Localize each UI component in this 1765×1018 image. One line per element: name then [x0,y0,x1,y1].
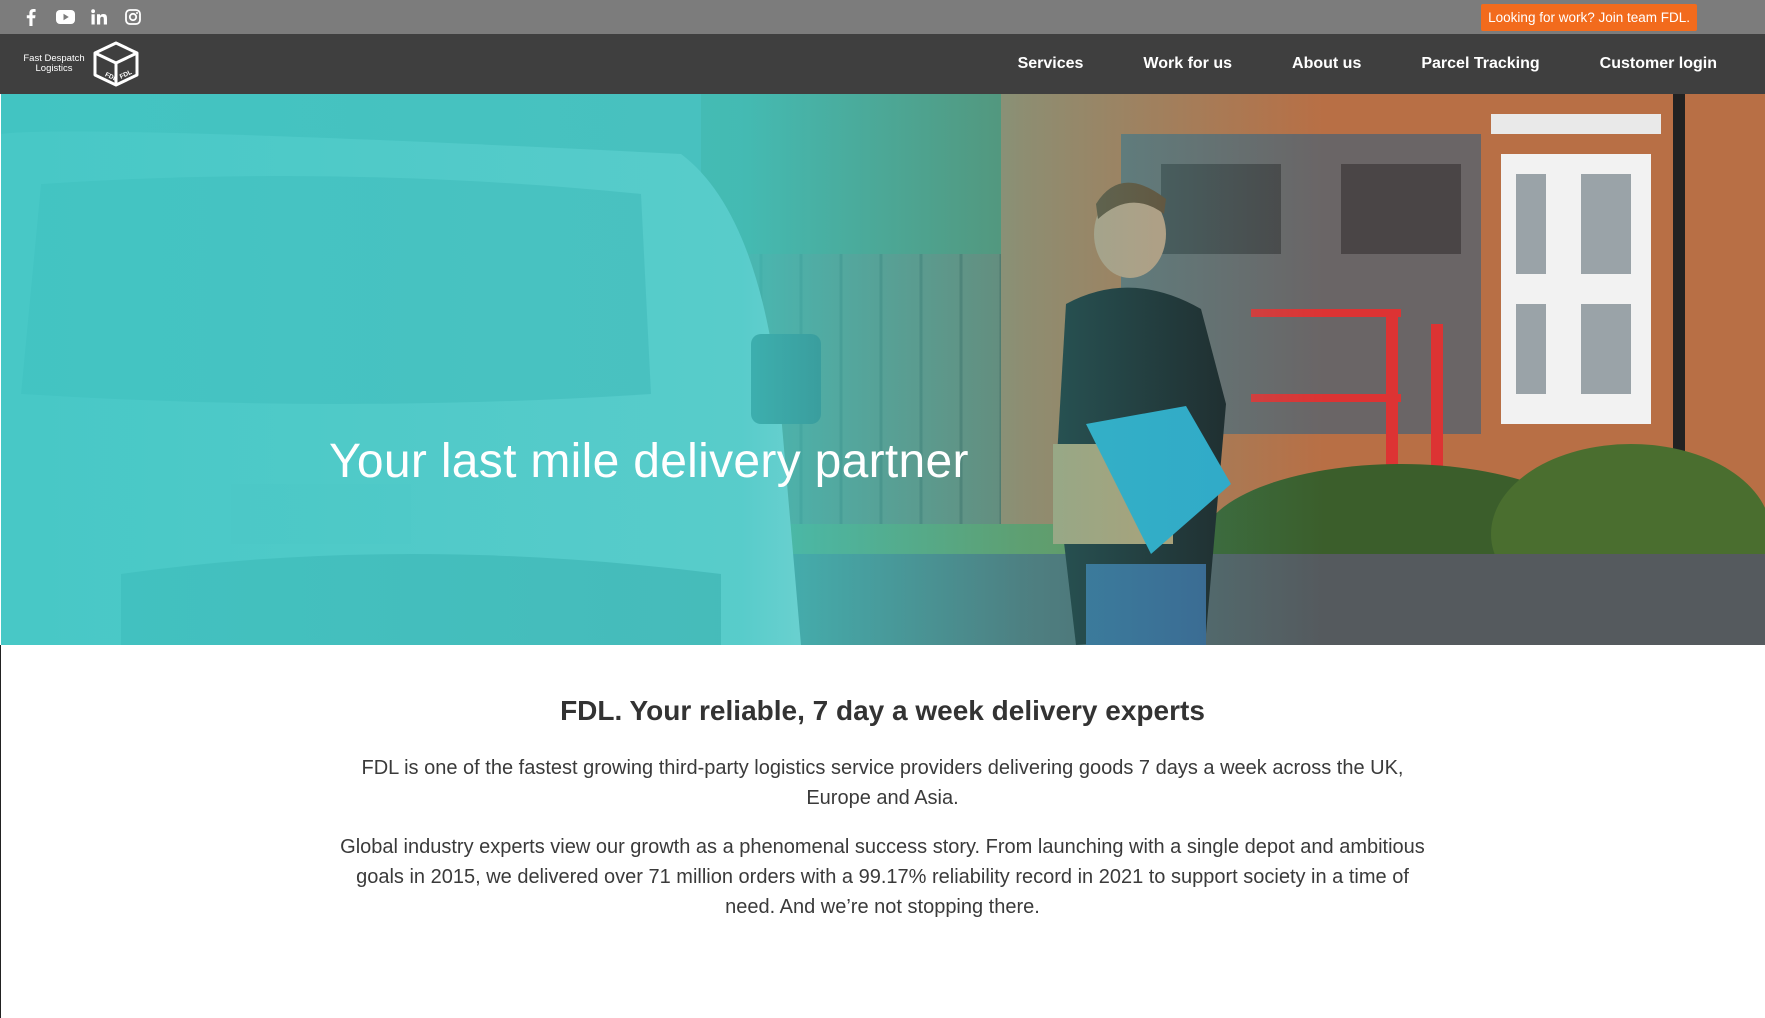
logo-text: Fast Despatch Logistics [22,54,86,74]
fdl-logo[interactable]: Fast Despatch Logistics FDL FDL [22,41,140,87]
intro-section: FDL. Your reliable, 7 day a week deliver… [0,645,1765,1018]
join-team-button[interactable]: Looking for work? Join team FDL. [1481,4,1697,31]
hero-title: Your last mile delivery partner [329,435,969,488]
logo-text-line2: Logistics [35,63,73,74]
nav-services[interactable]: Services [1018,55,1084,73]
intro-paragraph-2: Global industry experts view our growth … [340,836,1425,918]
facebook-icon[interactable] [20,6,42,28]
social-links [20,6,144,28]
logo-box-icon: FDL FDL [93,41,139,87]
instagram-icon[interactable] [122,6,144,28]
youtube-icon[interactable] [54,6,76,28]
hero-image [1,94,1765,645]
intro-paragraph-1: FDL is one of the fastest growing third-… [361,757,1404,809]
nav-work-for-us[interactable]: Work for us [1143,55,1232,73]
top-utility-bar: Looking for work? Join team FDL. [0,0,1765,34]
intro-headline: FDL. Your reliable, 7 day a week deliver… [560,695,1205,726]
nav-customer-login[interactable]: Customer login [1600,55,1717,73]
nav-parcel-tracking[interactable]: Parcel Tracking [1421,55,1539,73]
main-navbar: Fast Despatch Logistics FDL FDL Services… [0,34,1765,94]
hero-banner: Your last mile delivery partner [1,94,1765,645]
primary-nav: Services Work for us About us Parcel Tra… [1018,34,1717,94]
linkedin-icon[interactable] [88,6,110,28]
nav-about-us[interactable]: About us [1292,55,1361,73]
